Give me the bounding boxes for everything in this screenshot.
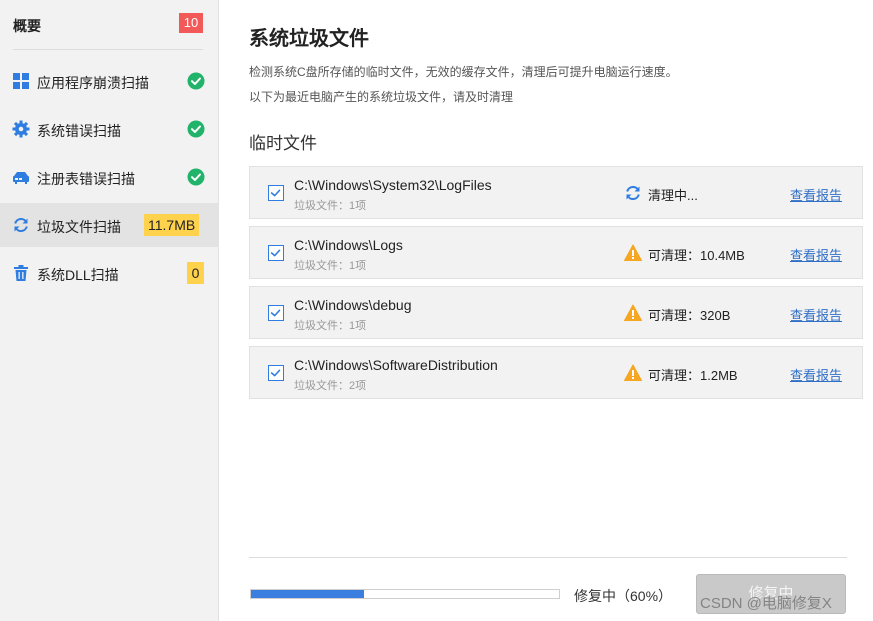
overview-count-badge: 10 xyxy=(179,13,203,33)
warning-icon xyxy=(624,364,642,381)
row-checkbox[interactable] xyxy=(268,245,284,261)
sidebar-divider xyxy=(13,49,203,50)
row-status: 清理中... xyxy=(648,188,698,203)
section-title: 临时文件 xyxy=(249,134,317,153)
sidebar-item-system-error-scan[interactable]: 系统错误扫描 xyxy=(0,107,218,151)
temp-file-row: C:\Windows\SoftwareDistribution 垃圾文件：2项 … xyxy=(249,346,863,399)
page-description-note: 以下为最近电脑产生的系统垃圾文件，请及时清理 xyxy=(249,90,514,104)
view-report-link[interactable]: 查看报告 xyxy=(790,245,842,264)
grid-icon xyxy=(13,73,29,89)
sidebar-item-label: 系统错误扫描 xyxy=(37,123,121,139)
file-path: C:\Windows\Logs xyxy=(294,237,403,253)
overview-title: 概要 xyxy=(13,18,41,34)
junk-count: 垃圾文件：1项 xyxy=(294,320,367,332)
page-title: 系统垃圾文件 xyxy=(249,28,369,50)
sidebar-item-registry-error-scan[interactable]: 注册表错误扫描 xyxy=(0,155,218,199)
repair-progress-bar xyxy=(250,589,560,599)
checkmark-icon xyxy=(270,309,281,317)
row-checkbox[interactable] xyxy=(268,185,284,201)
junk-count: 垃圾文件：2项 xyxy=(294,380,367,392)
dll-count-badge: 0 xyxy=(187,262,204,284)
file-path: C:\Windows\debug xyxy=(294,297,412,313)
temp-file-row: C:\Windows\System32\LogFiles 垃圾文件：1项 清理中… xyxy=(249,166,863,219)
view-report-link[interactable]: 查看报告 xyxy=(790,185,842,204)
progress-text: 修复中（60%） xyxy=(574,588,673,604)
check-circle-icon xyxy=(187,120,205,138)
footer-divider xyxy=(249,557,847,558)
registry-icon xyxy=(13,172,29,184)
check-circle-icon xyxy=(187,168,205,186)
view-report-link[interactable]: 查看报告 xyxy=(790,365,842,384)
watermark: CSDN @电脑修复X xyxy=(700,595,832,612)
row-status: 可清理：320B xyxy=(648,308,731,323)
file-path: C:\Windows\SoftwareDistribution xyxy=(294,357,498,373)
sidebar-item-system-dll-scan[interactable]: 系统DLL扫描 0 xyxy=(0,251,218,295)
row-checkbox[interactable] xyxy=(268,365,284,381)
page-description: 检测系统C盘所存储的临时文件，无效的缓存文件，清理后可提升电脑运行速度。 xyxy=(249,65,678,79)
gear-icon xyxy=(12,120,30,138)
sidebar-item-label: 注册表错误扫描 xyxy=(37,171,135,187)
checkmark-icon xyxy=(270,369,281,377)
row-status: 可清理：1.2MB xyxy=(648,368,738,383)
warning-icon xyxy=(624,304,642,321)
sidebar-item-app-crash-scan[interactable]: 应用程序崩溃扫描 xyxy=(0,59,218,103)
row-status: 可清理：10.4MB xyxy=(648,248,745,263)
sidebar-item-junk-file-scan[interactable]: 垃圾文件扫描 11.7MB xyxy=(0,203,218,247)
temp-file-row: C:\Windows\Logs 垃圾文件：1项 可清理：10.4MB 查看报告 xyxy=(249,226,863,279)
junk-count: 垃圾文件：1项 xyxy=(294,260,367,272)
check-circle-icon xyxy=(187,72,205,90)
sidebar-item-label: 应用程序崩溃扫描 xyxy=(37,75,149,91)
view-report-link[interactable]: 查看报告 xyxy=(790,305,842,324)
refresh-icon xyxy=(14,217,28,233)
checkmark-icon xyxy=(270,249,281,257)
sidebar-item-label: 系统DLL扫描 xyxy=(37,267,119,283)
progress-fill xyxy=(251,590,365,598)
sidebar: 概要 10 应用程序崩溃扫描 系统错误扫描 注册表错误扫描 垃圾文件扫描 11.… xyxy=(0,0,219,621)
sidebar-item-label: 垃圾文件扫描 xyxy=(37,219,121,235)
checkmark-icon xyxy=(270,189,281,197)
trash-icon xyxy=(14,265,28,281)
row-checkbox[interactable] xyxy=(268,305,284,321)
warning-icon xyxy=(624,244,642,261)
junk-count: 垃圾文件：1项 xyxy=(294,200,367,212)
junk-size-badge: 11.7MB xyxy=(144,214,200,236)
file-path: C:\Windows\System32\LogFiles xyxy=(294,177,492,193)
sidebar-overview[interactable]: 概要 10 xyxy=(0,0,218,50)
refresh-icon xyxy=(626,185,640,201)
temp-file-row: C:\Windows\debug 垃圾文件：1项 可清理：320B 查看报告 xyxy=(249,286,863,339)
